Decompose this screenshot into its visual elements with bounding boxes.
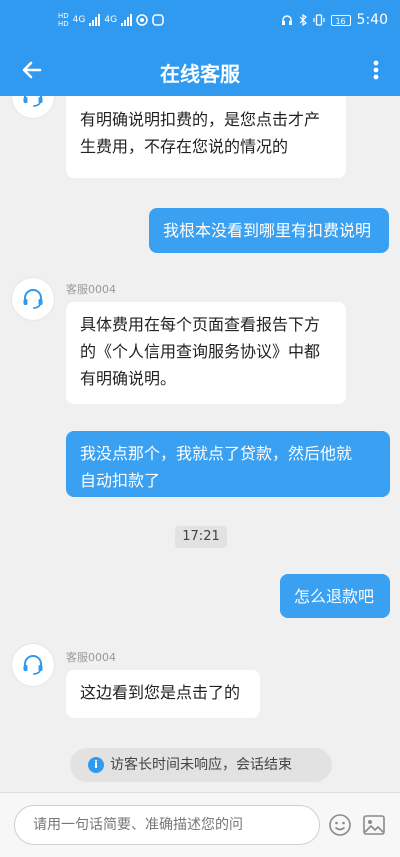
- agent-message: 这边看到您是点击了的: [66, 670, 260, 718]
- status-left: HD HD 4G 4G: [58, 12, 164, 28]
- top-app-bar: 在线客服: [0, 44, 400, 96]
- emoji-icon[interactable]: [328, 813, 352, 837]
- message-text: 怎么退款吧: [294, 587, 375, 606]
- info-icon: i: [88, 757, 104, 773]
- message-line: 有明确说明扣费的，是您点击才产: [80, 110, 321, 129]
- chat-history[interactable]: 有明确说明扣费的，是您点击才产 生费用，不存在您说的情况的 我根本没看到哪里有扣…: [0, 96, 400, 792]
- status-bar: HD HD 4G 4G 16 5:40: [0, 0, 400, 44]
- message-line: 具体费用在每个页面查看报告下方: [80, 315, 321, 334]
- agent-name: 客服0004: [66, 651, 116, 664]
- session-ended-notice: i 访客长时间未响应，会话结束: [70, 748, 332, 782]
- notification-icon: [136, 14, 148, 26]
- message-line: 有明确说明。: [80, 369, 177, 388]
- agent-avatar: [12, 278, 54, 320]
- hd-bottom: HD: [58, 20, 69, 28]
- vibrate-icon: [312, 14, 325, 26]
- agent-name: 客服0004: [66, 283, 116, 296]
- agent-message: 有明确说明扣费的，是您点击才产 生费用，不存在您说的情况的: [66, 96, 346, 178]
- signal-1-icon: [89, 14, 101, 26]
- clock: 5:40: [356, 12, 388, 28]
- timestamp-divider: 17:21: [175, 526, 227, 548]
- headphones-icon: [281, 15, 292, 25]
- bluetooth-icon: [299, 14, 307, 26]
- message-line: 生费用，不存在您说的情况的: [80, 137, 289, 156]
- agent-avatar: [12, 644, 54, 686]
- message-line: 我没点那个，我就点了贷款，然后他就: [80, 444, 353, 463]
- battery-level: 16: [335, 16, 346, 26]
- message-line: 自动扣款了: [80, 471, 161, 490]
- network-2-label: 4G: [104, 15, 118, 25]
- image-icon[interactable]: [362, 813, 386, 837]
- headset-icon: [23, 655, 43, 675]
- message-text: 我根本没看到哪里有扣费说明: [163, 221, 372, 240]
- user-message: 我没点那个，我就点了贷款，然后他就 自动扣款了: [66, 431, 390, 497]
- message-app-icon: [152, 14, 164, 26]
- headset-icon: [23, 289, 43, 309]
- status-right: 16 5:40: [281, 12, 388, 28]
- headset-icon: [23, 96, 43, 107]
- more-vertical-icon[interactable]: [370, 56, 382, 84]
- user-message: 怎么退款吧: [280, 574, 390, 618]
- signal-2-icon: [121, 14, 133, 26]
- user-message: 我根本没看到哪里有扣费说明: [149, 208, 389, 253]
- notice-text: 访客长时间未响应，会话结束: [110, 757, 292, 773]
- message-line: 的《个人信用查询服务协议》中都: [80, 342, 321, 361]
- hd-top: HD: [58, 12, 69, 20]
- agent-message: 具体费用在每个页面查看报告下方 的《个人信用查询服务协议》中都 有明确说明。: [66, 302, 346, 404]
- message-input[interactable]: [14, 805, 320, 845]
- page-title: 在线客服: [160, 62, 240, 86]
- agent-avatar: [12, 96, 54, 118]
- message-text: 这边看到您是点击了的: [80, 683, 241, 702]
- hd-indicator: HD HD: [58, 12, 69, 28]
- battery-icon: 16: [330, 14, 351, 26]
- composer-bar: [0, 792, 400, 857]
- network-1-label: 4G: [72, 15, 86, 25]
